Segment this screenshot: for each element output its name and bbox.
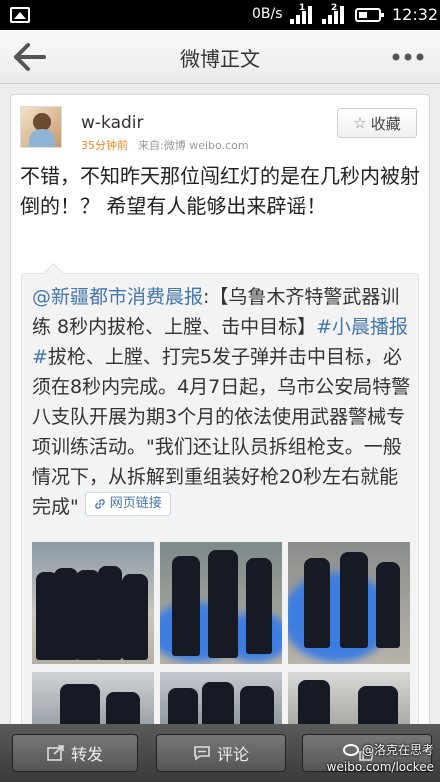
status-bar: 0B/s 1 2 12:32 — [0, 0, 440, 30]
weibo-logo-icon — [342, 744, 359, 756]
repost-text: @新疆都市消费晨报:【乌鲁木齐特警武器训练 8秒内拔枪、上膛、击中目标】#小晨播… — [32, 282, 412, 522]
repost-icon — [47, 745, 64, 761]
username[interactable]: w-kadir — [81, 113, 144, 133]
sim1-label: 1 — [299, 3, 306, 13]
web-link-button[interactable]: 网页链接 — [84, 492, 171, 516]
mention-link[interactable]: @新疆都市消费晨报 — [32, 286, 203, 308]
comment-button[interactable]: 评论 — [156, 734, 286, 772]
battery-icon — [355, 8, 384, 22]
repost-label: 转发 — [70, 745, 103, 764]
repost-button[interactable]: 转发 — [12, 734, 138, 772]
clock: 12:32 — [392, 5, 439, 24]
page-title: 微博正文 — [180, 47, 260, 71]
post-source[interactable]: 来自:微博 weibo.com — [138, 139, 249, 152]
title-bar: 微博正文 — [0, 30, 440, 84]
photo-police-blue-smoke-2[interactable] — [288, 542, 410, 664]
comment-icon — [194, 746, 210, 761]
post-time: 35分钟前 — [81, 139, 128, 152]
image-notification-icon — [10, 7, 30, 23]
more-dots-icon — [392, 53, 424, 61]
link-icon — [95, 499, 105, 509]
photo-police-indoor-2[interactable] — [160, 672, 282, 726]
watermark-url: weibo.com/lockee — [326, 760, 434, 774]
reposted-weibo[interactable]: @新疆都市消费晨报:【乌鲁木齐特警武器训练 8秒内拔枪、上膛、击中目标】#小晨播… — [21, 273, 419, 726]
network-speed: 0B/s — [252, 6, 283, 22]
web-link-label: 网页链接 — [109, 496, 162, 511]
more-menu-button[interactable] — [390, 43, 426, 71]
photo-police-indoor-1[interactable] — [32, 672, 154, 726]
weibo-card: w-kadir 35分钟前 来自:微博 weibo.com ☆ 收藏 不错，不知昨… — [10, 94, 430, 734]
star-icon: ☆ — [353, 114, 367, 132]
photo-police-blue-smoke-1[interactable] — [160, 542, 282, 664]
sim2-label: 2 — [331, 3, 338, 13]
photo-police-indoor-3[interactable] — [288, 672, 410, 726]
favorite-button[interactable]: ☆ 收藏 — [337, 108, 417, 138]
post-text: 不错，不知昨天那位闯红灯的是在几秒内被射倒的！？ 希望有人能够出来辟谣！ — [20, 164, 420, 218]
comment-label: 评论 — [216, 745, 249, 764]
post-meta: 35分钟前 来自:微博 weibo.com — [81, 137, 249, 153]
watermark: @洛克在思考 weibo.com/lockee — [327, 742, 434, 776]
photo-police-row-aiming[interactable] — [32, 542, 154, 664]
watermark-handle: @洛克在思考 — [361, 743, 434, 757]
favorite-label: 收藏 — [370, 114, 401, 133]
avatar[interactable] — [20, 106, 62, 148]
